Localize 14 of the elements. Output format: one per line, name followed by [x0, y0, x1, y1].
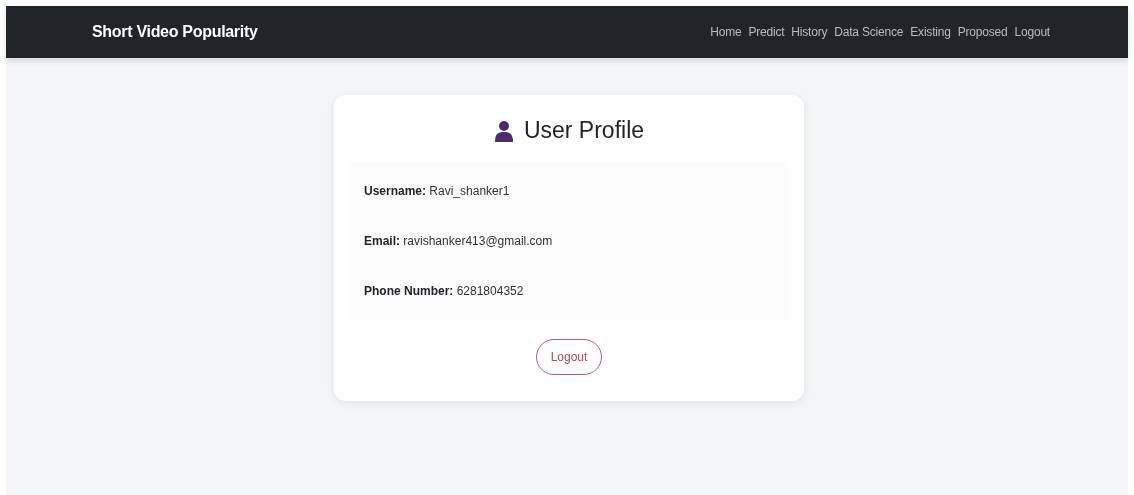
nav-link[interactable]: Data Science — [834, 25, 904, 39]
logout-button[interactable]: Logout — [535, 339, 603, 375]
nav-link[interactable]: Home — [710, 25, 742, 39]
user-icon — [493, 119, 514, 142]
profile-title: User Profile — [523, 117, 645, 144]
nav-link[interactable]: History — [791, 25, 828, 39]
brand-title[interactable]: Short Video Popularity — [92, 23, 258, 41]
nav-link[interactable]: Proposed — [957, 25, 1008, 39]
profile-field: Username: Ravi_shanker1 — [364, 166, 774, 216]
nav-link[interactable]: Existing — [910, 25, 951, 39]
nav-link[interactable]: Predict — [748, 25, 785, 39]
profile-field: Email: ravishanker413@gmail.com — [364, 216, 774, 266]
nav-link[interactable]: Logout — [1014, 25, 1050, 39]
profile-field: Phone Number: 6281804352 — [364, 266, 774, 316]
